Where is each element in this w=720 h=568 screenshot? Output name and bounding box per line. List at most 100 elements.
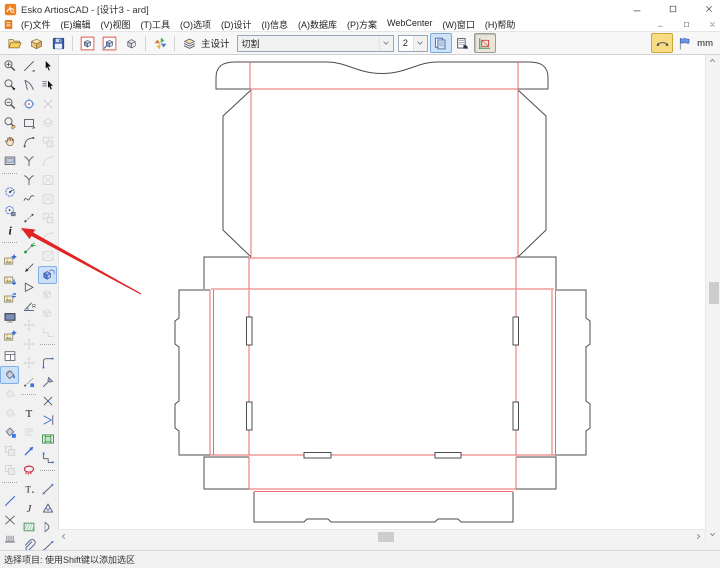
bezier-tool-tool[interactable] <box>19 152 38 170</box>
break-line-tool[interactable] <box>38 392 57 410</box>
layer-properties-button[interactable] <box>452 33 474 53</box>
paragraph-text-tool[interactable] <box>19 423 38 441</box>
line-tool-tool[interactable] <box>19 57 38 75</box>
chevron-down-icon[interactable] <box>413 36 427 51</box>
layer-pages-button[interactable] <box>430 33 452 53</box>
measure-angle-tool[interactable]: R <box>19 297 38 315</box>
construction-circle-tool[interactable] <box>0 549 19 550</box>
sketch-curve-tool[interactable] <box>19 190 38 208</box>
move-tool-3-tool[interactable] <box>19 354 38 372</box>
layer-combo[interactable]: 切割 <box>237 35 394 52</box>
step-profile-blue-tool[interactable] <box>38 449 57 467</box>
fill-color-tool[interactable] <box>0 423 19 441</box>
pan-tool[interactable] <box>0 133 19 151</box>
curve-tool-tool[interactable] <box>19 133 38 151</box>
fillet-corner-tool[interactable] <box>38 354 57 372</box>
menu-item-8[interactable]: (P)方案 <box>342 18 382 31</box>
drawing-canvas[interactable] <box>58 55 706 529</box>
update-3d-button[interactable] <box>98 33 120 53</box>
attachments-tool[interactable] <box>19 537 38 550</box>
snap-options-tool[interactable] <box>19 373 38 391</box>
segment-tool-tool[interactable] <box>19 209 38 227</box>
vertical-scroll-thumb[interactable] <box>709 282 719 304</box>
image-frame-3-tool[interactable] <box>38 247 57 265</box>
menu-item-3[interactable]: (T)工具 <box>136 18 176 31</box>
main-design-icon[interactable] <box>178 33 200 53</box>
scroll-up-arrow[interactable] <box>709 57 716 64</box>
solid-view-2-tool[interactable] <box>38 304 57 322</box>
mirror-curve-tool[interactable] <box>38 518 57 536</box>
solid-view-tool[interactable] <box>38 285 57 303</box>
doc-minimize-button[interactable] <box>655 20 665 30</box>
horizontal-scroll-thumb[interactable] <box>378 532 394 542</box>
image-frame-2-tool[interactable] <box>38 190 57 208</box>
layout-table-tool[interactable] <box>38 430 57 448</box>
cross-construction-tool[interactable] <box>0 511 19 529</box>
edit-nodes-tool[interactable] <box>19 240 38 258</box>
menu-item-10[interactable]: (W)窗口 <box>437 18 480 31</box>
menu-item-0[interactable]: (F)文件 <box>16 18 56 31</box>
dieline-view-toggle[interactable] <box>474 33 496 53</box>
dimension-mode-button[interactable] <box>651 33 673 53</box>
maximize-button[interactable] <box>666 2 680 16</box>
paste-region-tool[interactable] <box>0 461 19 479</box>
leader-line-tool[interactable] <box>19 442 38 460</box>
fill-tool-tool[interactable] <box>0 366 19 384</box>
arc-edit-2-tool[interactable] <box>38 228 57 246</box>
image-frame-tool[interactable] <box>38 171 57 189</box>
hatch-lines-tool[interactable] <box>0 530 19 548</box>
select-multiple-tool[interactable] <box>38 76 57 94</box>
view-3d-button[interactable] <box>120 33 142 53</box>
copy-region-tool[interactable] <box>0 442 19 460</box>
zoom-in-tool[interactable] <box>0 57 19 75</box>
menu-item-4[interactable]: (O)选项 <box>175 18 216 31</box>
replace-image-tool[interactable] <box>0 290 19 308</box>
italic-text-tool[interactable]: J <box>19 499 38 517</box>
run-standard-button[interactable] <box>25 33 47 53</box>
spell-check-tool[interactable] <box>19 461 38 479</box>
scroll-right-arrow[interactable] <box>695 533 702 540</box>
chevron-down-icon[interactable] <box>379 36 393 51</box>
dimension-line-tool[interactable] <box>38 480 57 498</box>
menu-item-7[interactable]: (A)数据库 <box>293 18 342 31</box>
menu-item-6[interactable]: (I)信息 <box>257 18 294 31</box>
zoom-out-tool[interactable] <box>0 95 19 113</box>
construction-line-tool[interactable] <box>0 492 19 510</box>
hatch-fill-tool[interactable] <box>19 518 38 536</box>
export-image-tool[interactable] <box>0 271 19 289</box>
close-shape-tool[interactable] <box>19 278 38 296</box>
branch-tool-tool[interactable] <box>19 171 38 189</box>
dimension-angle-tool[interactable] <box>38 499 57 517</box>
rebuild-playback-tool[interactable] <box>0 202 19 220</box>
menu-item-1[interactable]: (E)编辑 <box>56 18 96 31</box>
scroll-left-arrow[interactable] <box>60 533 67 540</box>
move-node-tool[interactable] <box>19 259 38 277</box>
units-flag-button[interactable] <box>673 33 695 53</box>
delete-tool[interactable] <box>38 95 57 113</box>
select-tool[interactable] <box>38 57 57 75</box>
cut-line-tool[interactable] <box>38 373 57 391</box>
horizontal-scrollbar[interactable] <box>58 529 705 544</box>
scroll-down-arrow[interactable] <box>709 531 716 538</box>
flow-direction-tool[interactable] <box>38 411 57 429</box>
arc-tool-tool[interactable] <box>19 76 38 94</box>
design-info-tool[interactable]: i <box>0 221 19 239</box>
group-2-tool[interactable] <box>38 209 57 227</box>
fit-to-screen-tool[interactable] <box>0 152 19 170</box>
layers-tool[interactable] <box>38 114 57 132</box>
fill-alt-1-tool[interactable] <box>0 385 19 403</box>
group-tool[interactable] <box>38 133 57 151</box>
menu-item-5[interactable]: (D)设计 <box>216 18 257 31</box>
zoom-region-tool[interactable] <box>0 114 19 132</box>
rectangle-tool-tool[interactable] <box>19 114 38 132</box>
fill-alt-2-tool[interactable] <box>0 404 19 422</box>
move-tool-2-tool[interactable] <box>19 335 38 353</box>
doc-restore-button[interactable] <box>681 20 691 30</box>
copy-image-tool[interactable] <box>0 328 19 346</box>
vertical-scrollbar[interactable] <box>705 55 720 543</box>
minimize-button[interactable] <box>630 2 644 16</box>
text-tool-tool[interactable]: T <box>19 404 38 422</box>
convert-to-3d-tool[interactable] <box>38 266 57 284</box>
pointage-combo[interactable]: 2 <box>398 35 428 52</box>
zoom-window-tool[interactable] <box>0 76 19 94</box>
